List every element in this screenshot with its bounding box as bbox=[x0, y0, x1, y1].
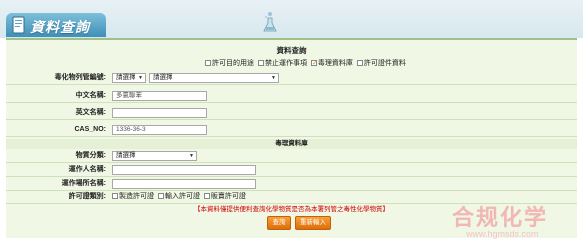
english-name-input[interactable] bbox=[112, 108, 207, 118]
cas-row: CAS_NO: 1336-36-3 bbox=[6, 124, 577, 137]
banner-title: 資料查詢 bbox=[30, 19, 90, 35]
chevron-down-icon: ▼ bbox=[138, 75, 143, 81]
chevron-down-icon: ▼ bbox=[271, 75, 276, 81]
option-row: 許可目的用途 禁止運作事項 毒理資料庫 許可證件資料 bbox=[6, 58, 577, 70]
english-name-row: 英文名稱: bbox=[6, 107, 577, 120]
site-row: 運作場所名稱: bbox=[6, 178, 577, 191]
material-select-value: 請選擇 bbox=[116, 152, 136, 159]
english-name-label: 英文名稱: bbox=[75, 109, 106, 116]
option-label-toxicology: 毒理資料庫 bbox=[317, 60, 353, 67]
registry-select-secondary[interactable]: 請選擇 ▼ bbox=[149, 73, 279, 83]
tox-section-title: 毒理資料庫 bbox=[6, 139, 577, 149]
document-icon bbox=[12, 16, 25, 34]
site-label: 運作場所名稱: bbox=[61, 180, 106, 187]
form-title: 資料查詢 bbox=[276, 46, 307, 55]
permit-type-label: 許可證類別: bbox=[68, 193, 106, 200]
chinese-name-row: 中文名稱: 多氯聯苯 bbox=[6, 90, 577, 103]
permit-type-list: 製造許可證 輸入許可證 販賣許可證 bbox=[110, 191, 246, 203]
operator-label: 運作人名稱: bbox=[68, 166, 106, 173]
option-list: 許可目的用途 禁止運作事項 毒理資料庫 許可證件資料 bbox=[203, 58, 406, 70]
option-checkbox-permit[interactable] bbox=[356, 60, 363, 67]
cas-input[interactable]: 1336-36-3 bbox=[112, 125, 207, 135]
cas-label: CAS_NO: bbox=[74, 126, 106, 133]
option-checkbox-purpose[interactable] bbox=[205, 60, 211, 67]
watermark-title: 合规化学 bbox=[452, 205, 549, 230]
permit-checkbox-sale[interactable] bbox=[203, 193, 210, 200]
material-row: 物質分類: 請選擇 ▼ bbox=[6, 150, 577, 163]
query-button[interactable]: 查詢 bbox=[267, 216, 291, 230]
registry-label: 毒化物列管編號: bbox=[54, 74, 106, 81]
option-label-prohibited: 禁止運作事項 bbox=[264, 60, 307, 67]
permit-checkbox-manufacture[interactable] bbox=[112, 193, 118, 200]
operator-input[interactable] bbox=[112, 165, 256, 175]
chevron-down-icon: ▼ bbox=[189, 153, 194, 159]
permit-checkbox-import[interactable] bbox=[157, 193, 164, 200]
banner-title-tab: 資料查詢 bbox=[6, 13, 106, 37]
operator-row: 運作人名稱: bbox=[6, 164, 577, 177]
material-label: 物質分類: bbox=[75, 152, 106, 159]
material-select[interactable]: 請選擇 ▼ bbox=[112, 151, 197, 161]
registry-select-primary[interactable]: 請選擇 ▼ bbox=[112, 73, 146, 83]
chinese-name-input[interactable]: 多氯聯苯 bbox=[112, 91, 207, 101]
registry-select-primary-value: 請選擇 bbox=[116, 74, 136, 81]
option-label-permit: 許可證件資料 bbox=[363, 60, 406, 67]
chinese-name-label: 中文名稱: bbox=[75, 92, 106, 99]
permit-label-import: 輸入許可證 bbox=[164, 193, 200, 200]
option-label-purpose: 許可目的用途 bbox=[212, 60, 254, 67]
reset-button[interactable]: 重新輸入 bbox=[295, 216, 331, 230]
registry-row: 毒化物列管編號: 請選擇 ▼ 請選擇 ▼ bbox=[6, 72, 577, 85]
watermark-url: www.hgmsds.com bbox=[466, 229, 539, 239]
watermark: 合规化学 www.hgmsds.com bbox=[452, 200, 577, 242]
option-checkbox-toxicology[interactable] bbox=[310, 58, 318, 70]
site-input[interactable] bbox=[112, 179, 256, 189]
lab-flask-icon bbox=[263, 12, 277, 32]
registry-select-secondary-value: 請選擇 bbox=[153, 74, 173, 81]
option-checkbox-prohibited[interactable] bbox=[257, 60, 264, 67]
permit-label-sale: 販賣許可證 bbox=[210, 193, 246, 200]
permit-label-manufacture: 製造許可證 bbox=[119, 193, 154, 200]
header-banner: 資料查詢 bbox=[0, 0, 583, 38]
